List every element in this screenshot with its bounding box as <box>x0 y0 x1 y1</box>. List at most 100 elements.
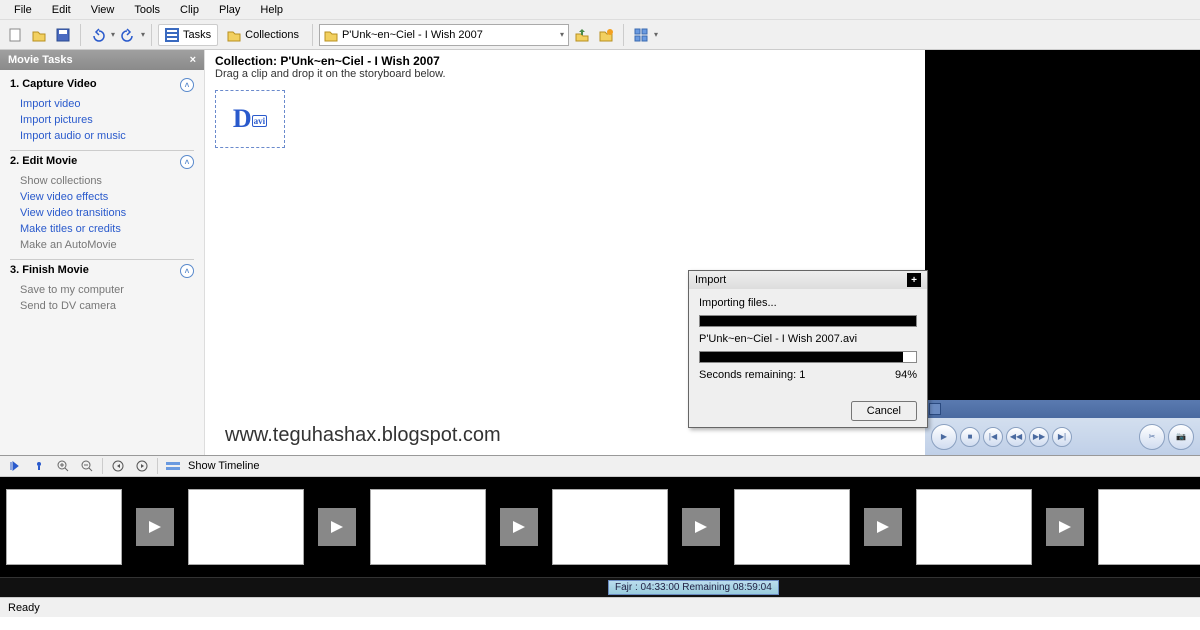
set-start-icon[interactable] <box>6 457 24 475</box>
toolbar-separator <box>102 458 103 474</box>
main-area: Movie Tasks × 1. Capture Video ˄ Import … <box>0 50 1200 455</box>
clip-placeholder-icon: Davi <box>233 104 267 134</box>
toolbar-separator <box>312 24 313 46</box>
collection-name: P'Unk~en~Ciel - I Wish 2007 <box>342 29 483 41</box>
storyboard-slot[interactable] <box>370 489 486 565</box>
dialog-help-icon[interactable]: + <box>907 273 921 287</box>
redo-icon[interactable] <box>117 24 139 46</box>
rewind-timeline-icon[interactable] <box>109 457 127 475</box>
dialog-titlebar[interactable]: Import + <box>689 271 927 289</box>
undo-dropdown-icon[interactable]: ▾ <box>111 30 115 39</box>
forward-button-icon[interactable]: ▶▶ <box>1029 427 1049 447</box>
section-capture-video[interactable]: 1. Capture Video ˄ <box>10 74 194 96</box>
storyboard-slot[interactable] <box>734 489 850 565</box>
menu-play[interactable]: Play <box>209 2 250 18</box>
view-icon[interactable] <box>630 24 652 46</box>
storyboard-hint-row: Fajr : 04:33:00 Remaining 08:59:04 <box>0 577 1200 597</box>
menu-edit[interactable]: Edit <box>42 2 81 18</box>
show-timeline-button[interactable]: Show Timeline <box>188 460 260 472</box>
clip-thumbnail[interactable]: Davi <box>215 90 285 148</box>
chevron-up-icon: ˄ <box>180 155 194 169</box>
collection-folder-icon <box>324 28 338 42</box>
toolbar: ▾ ▾ Tasks Collections P'Unk~en~Ciel - I … <box>0 20 1200 50</box>
storyboard-slot[interactable] <box>6 489 122 565</box>
status-bar: Ready <box>0 597 1200 617</box>
status-text: Ready <box>8 602 40 614</box>
open-icon[interactable] <box>28 24 50 46</box>
transition-slot[interactable] <box>500 508 538 546</box>
toolbar-separator <box>80 24 81 46</box>
menu-view[interactable]: View <box>81 2 125 18</box>
link-save-computer[interactable]: Save to my computer <box>10 282 194 298</box>
play-button-icon[interactable]: ▶ <box>931 424 957 450</box>
remaining-label: Seconds remaining: 1 <box>699 369 805 381</box>
section-edit-movie[interactable]: 2. Edit Movie ˄ <box>10 150 194 173</box>
menu-help[interactable]: Help <box>250 2 293 18</box>
file-progress-bar <box>699 351 917 363</box>
storyboard-slot[interactable] <box>552 489 668 565</box>
view-dropdown-icon[interactable]: ▾ <box>654 30 658 39</box>
section-title: 3. Finish Movie <box>10 264 89 278</box>
transition-slot[interactable] <box>136 508 174 546</box>
stop-button-icon[interactable]: ■ <box>960 427 980 447</box>
tasks-button[interactable]: Tasks <box>158 24 218 46</box>
percent-label: 94% <box>895 369 917 381</box>
import-dialog: Import + Importing files... P'Unk~en~Cie… <box>688 270 928 428</box>
link-titles-credits[interactable]: Make titles or credits <box>10 221 194 237</box>
preview-controls: ▶ ■ |◀ ◀◀ ▶▶ ▶| ✂ 📷 <box>925 400 1200 455</box>
storyboard-slot[interactable] <box>1098 489 1200 565</box>
chevron-up-icon: ˄ <box>180 78 194 92</box>
rewind-button-icon[interactable]: ◀◀ <box>1006 427 1026 447</box>
storyboard[interactable] <box>0 477 1200 577</box>
collections-icon <box>227 28 241 42</box>
collection-subtitle: Drag a clip and drop it on the storyboar… <box>215 68 915 80</box>
link-automovie[interactable]: Make an AutoMovie <box>10 237 194 253</box>
storyboard-slot[interactable] <box>188 489 304 565</box>
dialog-status-text: Importing files... <box>699 297 917 309</box>
new-project-icon[interactable] <box>4 24 26 46</box>
cancel-button[interactable]: Cancel <box>851 401 917 421</box>
preview-panel: ▶ ■ |◀ ◀◀ ▶▶ ▶| ✂ 📷 <box>925 50 1200 455</box>
play-timeline-icon[interactable] <box>133 457 151 475</box>
link-video-transitions[interactable]: View video transitions <box>10 205 194 221</box>
split-button-icon[interactable]: ✂ <box>1139 424 1165 450</box>
toolbar-separator <box>157 458 158 474</box>
timeline-toolbar: Show Timeline <box>0 455 1200 477</box>
narrate-icon[interactable] <box>30 457 48 475</box>
transition-slot[interactable] <box>864 508 902 546</box>
transition-slot[interactable] <box>682 508 720 546</box>
preview-seek-handle[interactable] <box>929 403 941 415</box>
toolbar-separator <box>623 24 624 46</box>
close-pane-icon[interactable]: × <box>190 54 196 66</box>
tasks-label: Tasks <box>183 29 211 41</box>
link-import-video[interactable]: Import video <box>10 96 194 112</box>
link-show-collections[interactable]: Show collections <box>10 173 194 189</box>
prev-button-icon[interactable]: |◀ <box>983 427 1003 447</box>
link-video-effects[interactable]: View video effects <box>10 189 194 205</box>
transition-slot[interactable] <box>1046 508 1084 546</box>
link-import-audio[interactable]: Import audio or music <box>10 128 194 144</box>
undo-icon[interactable] <box>87 24 109 46</box>
next-button-icon[interactable]: ▶| <box>1052 427 1072 447</box>
dropdown-arrow-icon: ▾ <box>560 30 564 39</box>
menu-file[interactable]: File <box>4 2 42 18</box>
new-folder-icon[interactable] <box>595 24 617 46</box>
collection-dropdown[interactable]: P'Unk~en~Ciel - I Wish 2007 ▾ <box>319 24 569 46</box>
task-pane-title: Movie Tasks <box>8 54 73 66</box>
menu-clip[interactable]: Clip <box>170 2 209 18</box>
zoom-out-icon[interactable] <box>78 457 96 475</box>
link-import-pictures[interactable]: Import pictures <box>10 112 194 128</box>
preview-monitor <box>925 50 1200 400</box>
snapshot-button-icon[interactable]: 📷 <box>1168 424 1194 450</box>
section-finish-movie[interactable]: 3. Finish Movie ˄ <box>10 259 194 282</box>
menu-tools[interactable]: Tools <box>124 2 170 18</box>
timeline-view-icon[interactable] <box>164 457 182 475</box>
storyboard-slot[interactable] <box>916 489 1032 565</box>
up-level-icon[interactable] <box>571 24 593 46</box>
redo-dropdown-icon[interactable]: ▾ <box>141 30 145 39</box>
collections-button[interactable]: Collections <box>220 24 306 46</box>
zoom-in-icon[interactable] <box>54 457 72 475</box>
save-icon[interactable] <box>52 24 74 46</box>
link-send-dv[interactable]: Send to DV camera <box>10 298 194 314</box>
transition-slot[interactable] <box>318 508 356 546</box>
